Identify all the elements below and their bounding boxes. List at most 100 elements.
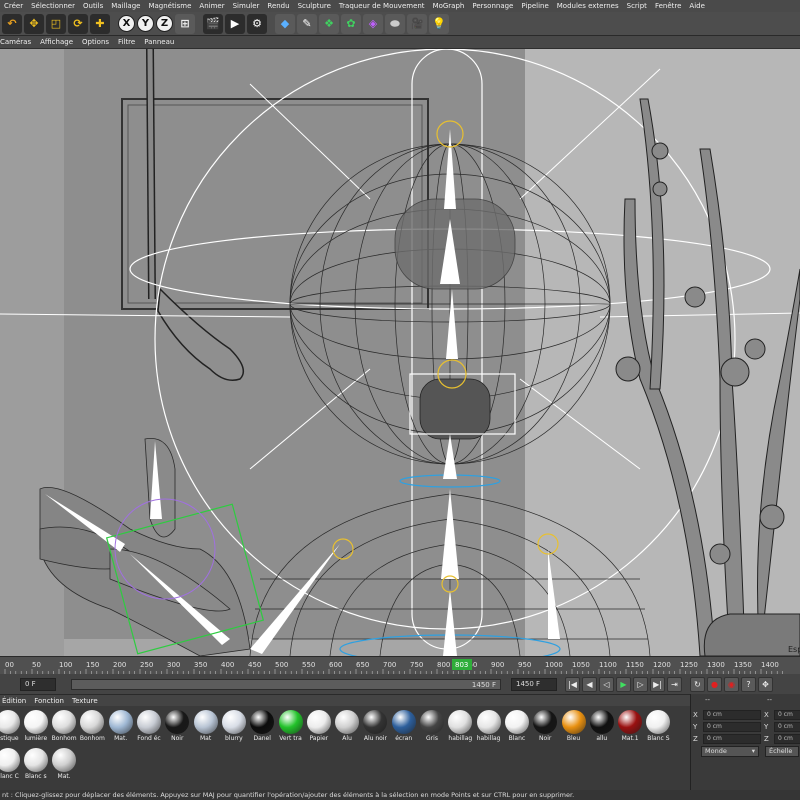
material-swatch[interactable]: Bleu <box>560 710 587 746</box>
menu-item-12[interactable]: Pipeline <box>521 2 548 10</box>
render-clapper-icon[interactable]: ▶ <box>225 13 245 34</box>
move-icon[interactable]: ✥ <box>24 13 44 34</box>
size-field[interactable]: 0 cm <box>774 722 800 732</box>
material-swatch[interactable]: Papier <box>305 710 332 746</box>
render-settings-icon[interactable]: ⚙ <box>247 13 267 34</box>
size-field[interactable]: 0 cm <box>774 710 800 720</box>
last-frame-button[interactable]: ⇥ <box>667 676 682 692</box>
menu-item-10[interactable]: MoGraph <box>433 2 465 10</box>
material-swatch[interactable]: lumière <box>22 710 49 746</box>
menu-item-8[interactable]: Sculpture <box>298 2 331 10</box>
viewport-menu-item-1[interactable]: Affichage <box>40 38 73 46</box>
spline-pen-icon[interactable]: ✎ <box>297 13 317 34</box>
prev-key-button[interactable]: ◀ <box>582 676 597 692</box>
scale-icon[interactable]: ◰ <box>46 13 66 34</box>
subdivision-icon[interactable]: ❖ <box>319 13 339 34</box>
3d-viewport[interactable]: Esp <box>0 49 800 656</box>
menu-item-9[interactable]: Traqueur de Mouvement <box>339 2 425 10</box>
axis-y-button[interactable]: Y <box>137 15 154 32</box>
viewport-menu-item-0[interactable]: Caméras <box>0 38 31 46</box>
menu-item-6[interactable]: Simuler <box>233 2 260 10</box>
menu-item-14[interactable]: Script <box>627 2 647 10</box>
material-menu-item-2[interactable]: Texture <box>72 697 98 705</box>
keyframe-icon[interactable]: ? <box>741 676 756 692</box>
material-swatch[interactable]: Blanc s <box>22 748 49 784</box>
rotate-icon[interactable]: ⟳ <box>68 13 88 34</box>
coordinates-panel: -- -- X0 cm X 0 cm Y 0 cm Y 0 cm Z 0 cm Z 0 cm Mon… <box>690 694 800 790</box>
material-swatch[interactable]: Gris <box>419 710 446 746</box>
floor-icon[interactable]: ⬬ <box>385 13 405 34</box>
size-field[interactable]: 0 cm <box>774 734 800 744</box>
step-back-button[interactable]: ◁ <box>599 676 614 692</box>
material-swatch[interactable]: Bonhom <box>79 710 106 746</box>
material-swatch[interactable]: habillag <box>447 710 474 746</box>
material-swatch[interactable]: Vert tra <box>277 710 304 746</box>
array-icon[interactable]: ✿ <box>341 13 361 34</box>
step-forward-button[interactable]: ▷ <box>633 676 648 692</box>
menu-item-5[interactable]: Animer <box>199 2 224 10</box>
material-swatch[interactable]: Blanc C <box>0 748 21 784</box>
scale-mode-button[interactable]: Échelle <box>765 746 799 757</box>
menu-item-3[interactable]: Maillage <box>111 2 140 10</box>
deformer-icon[interactable]: ◈ <box>363 13 383 34</box>
material-swatch[interactable]: Alu noir <box>362 710 389 746</box>
axis-x-button[interactable]: X <box>118 15 135 32</box>
material-swatch[interactable]: Mat. <box>107 710 134 746</box>
light-bulb-icon[interactable]: 💡 <box>429 13 449 34</box>
cube-icon[interactable]: ◆ <box>275 13 295 34</box>
material-swatch[interactable]: blurry <box>220 710 247 746</box>
autokey-icon[interactable]: ◉ <box>724 676 739 692</box>
start-frame-field[interactable]: 0 F <box>20 677 56 691</box>
menu-item-16[interactable]: Aide <box>689 2 704 10</box>
material-swatch[interactable]: habillag <box>475 710 502 746</box>
end-frame-field[interactable]: 1450 F <box>511 677 557 691</box>
play-button[interactable]: ▶ <box>616 676 631 692</box>
position-field[interactable]: 0 cm <box>703 710 761 720</box>
motion-path-icon[interactable]: ✥ <box>758 676 773 692</box>
menu-item-7[interactable]: Rendu <box>267 2 289 10</box>
camera-icon[interactable]: 🎥 <box>407 13 427 34</box>
undo-icon[interactable]: ↶ <box>2 13 22 34</box>
viewport-menu-item-3[interactable]: Filtre <box>118 38 135 46</box>
position-field[interactable]: 0 cm <box>703 722 761 732</box>
render-view-icon[interactable]: 🎬 <box>203 13 223 34</box>
frame-range-slider[interactable]: 1450 F <box>71 678 501 690</box>
material-swatch[interactable]: astique <box>0 710 21 746</box>
menu-item-0[interactable]: Créer <box>4 2 23 10</box>
viewport-menu-item-4[interactable]: Panneau <box>144 38 174 46</box>
material-menu-item-0[interactable]: Édition <box>2 697 26 705</box>
first-frame-button[interactable]: |◀ <box>565 676 580 692</box>
material-swatch[interactable]: écran <box>390 710 417 746</box>
material-menu-item-1[interactable]: Fonction <box>34 697 64 705</box>
end-frame-readout: 1450 F <box>471 680 496 689</box>
material-label: habillag <box>476 735 501 742</box>
menu-item-11[interactable]: Personnage <box>472 2 513 10</box>
material-swatch[interactable]: Mat.1 <box>617 710 644 746</box>
material-swatch[interactable]: Alu <box>334 710 361 746</box>
material-swatch[interactable]: Bonhom <box>51 710 78 746</box>
material-swatch[interactable]: Mat. <box>51 748 78 784</box>
material-swatch[interactable]: Noir <box>532 710 559 746</box>
material-swatch[interactable]: Blanc <box>503 710 530 746</box>
viewport-menu-item-2[interactable]: Options <box>82 38 109 46</box>
timeline-ruler[interactable]: 00 50 100 150 200 250 300 350 400 450 500 550 600 650… <box>0 656 800 675</box>
record-icon[interactable]: ● <box>707 676 722 692</box>
material-swatch[interactable]: Blanc S <box>645 710 672 746</box>
menu-item-13[interactable]: Modules externes <box>557 2 619 10</box>
loop-icon[interactable]: ↻ <box>690 676 705 692</box>
next-key-button[interactable]: ▶| <box>650 676 665 692</box>
coordinate-mode-select[interactable]: Monde ▾ <box>701 746 759 757</box>
menu-item-2[interactable]: Outils <box>83 2 103 10</box>
axis-z-button[interactable]: Z <box>156 15 173 32</box>
menu-item-15[interactable]: Fenêtre <box>655 2 681 10</box>
material-swatch[interactable]: Mat <box>192 710 219 746</box>
coordinate-icon[interactable]: ⊞ <box>175 13 195 34</box>
menu-item-1[interactable]: Sélectionner <box>31 2 75 10</box>
menu-item-4[interactable]: Magnétisme <box>148 2 191 10</box>
material-swatch[interactable]: Danel <box>249 710 276 746</box>
position-field[interactable]: 0 cm <box>703 734 761 744</box>
material-swatch[interactable]: Fond éc <box>136 710 163 746</box>
material-swatch[interactable]: allu <box>588 710 615 746</box>
material-swatch[interactable]: Noir <box>164 710 191 746</box>
plus-icon[interactable]: ✚ <box>90 13 110 34</box>
